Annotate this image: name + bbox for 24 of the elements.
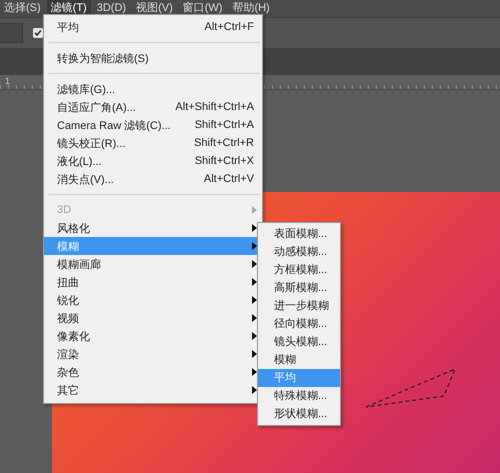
menu-item[interactable]: 径向模糊... <box>258 315 340 333</box>
menu-item[interactable]: Camera Raw 滤镜(C)... Shift+Ctrl+A <box>44 116 262 134</box>
menu-item[interactable]: 消失点(V)... Alt+Ctrl+V <box>44 170 262 188</box>
menu-item[interactable]: 转换为智能滤镜(S) <box>44 49 262 67</box>
menu-bar-item[interactable]: 3D(D) <box>92 0 130 17</box>
menu-bar-item[interactable]: 视图(V) <box>132 0 177 17</box>
ruler-label: 1 <box>4 76 10 86</box>
menu-item[interactable]: 形状模糊... <box>258 405 340 423</box>
menu-bar-item[interactable]: 窗口(W) <box>178 0 226 17</box>
menu-item[interactable]: 进一步模糊 <box>258 297 340 315</box>
menu-bar-item[interactable]: 选择(S) <box>0 0 45 17</box>
menu-item[interactable]: 方框模糊... <box>258 261 340 279</box>
menu-item[interactable]: 平均 Alt+Ctrl+F <box>44 18 262 36</box>
menu-item[interactable]: 液化(L)... Shift+Ctrl+X <box>44 152 262 170</box>
menu-item[interactable]: 镜头模糊... <box>258 333 340 351</box>
menu-item[interactable]: 镜头校正(R)... Shift+Ctrl+R <box>44 134 262 152</box>
input-field[interactable] <box>0 23 23 43</box>
checkbox[interactable] <box>33 28 43 38</box>
menu-item[interactable]: 特殊模糊... <box>258 387 340 405</box>
menu-bar-item[interactable]: 帮助(H) <box>228 0 274 17</box>
menu-item[interactable]: 滤镜库(G)... <box>44 80 262 98</box>
menu-item[interactable]: 高斯模糊... <box>258 279 340 297</box>
menu-item[interactable]: 自适应广角(A)... Alt+Shift+Ctrl+A <box>44 98 262 116</box>
menu-item[interactable]: 模糊 <box>258 351 340 369</box>
